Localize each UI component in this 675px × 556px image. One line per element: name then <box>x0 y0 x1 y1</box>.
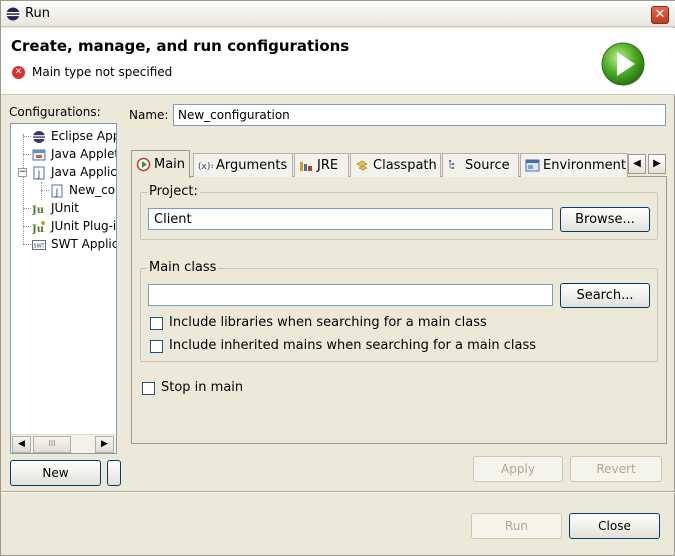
error-message: Main type not specified <box>32 65 173 79</box>
separator <box>1 491 675 493</box>
junit-plugin-icon: Ju <box>32 221 45 234</box>
svg-text:SWT: SWT <box>33 244 45 250</box>
main-class-group: Main class Search... Include libraries w… <box>140 260 658 362</box>
tab-environment[interactable]: Environment <box>520 153 628 177</box>
name-label: Name: <box>129 108 169 122</box>
tab-panel: Project: Client Browse... Main class Sea… <box>131 176 667 444</box>
tab-scroll-right-button[interactable]: ▶ <box>648 154 666 174</box>
tree-item-label: JUnit Plug-i <box>51 219 117 233</box>
tab-source[interactable]: Source <box>442 153 519 177</box>
eclipse-icon <box>6 7 20 21</box>
project-group-title: Project: <box>147 184 200 199</box>
tab-label: Source <box>465 158 510 173</box>
arguments-icon: (x)= <box>198 162 213 172</box>
tab-jre[interactable]: JRE <box>294 153 349 177</box>
swt-icon: SWT <box>32 240 46 250</box>
banner-title: Create, manage, and run configurations <box>11 37 350 55</box>
environment-icon <box>525 159 540 172</box>
tab-arguments[interactable]: (x)= Arguments <box>193 153 293 177</box>
main-tab-icon <box>136 157 151 172</box>
tab-label: Environment <box>543 158 627 173</box>
project-field[interactable]: Client <box>148 208 553 230</box>
new-button[interactable]: New <box>10 460 101 486</box>
header-banner: Create, manage, and run configurations ✕… <box>1 28 675 95</box>
tab-label: JRE <box>317 158 339 173</box>
close-button[interactable]: Close <box>569 513 660 539</box>
close-window-button[interactable]: ✕ <box>651 6 669 24</box>
include-inherited-checkbox[interactable] <box>150 340 163 353</box>
configurations-label: Configurations: <box>9 105 101 119</box>
tree-item-label: JUnit <box>51 201 79 215</box>
error-icon: ✕ <box>12 66 25 79</box>
collapse-toggle[interactable]: − <box>18 168 27 177</box>
tree-item-label: Java Applic <box>51 165 117 179</box>
svg-text:J: J <box>37 170 41 180</box>
browse-button[interactable]: Browse... <box>560 207 650 232</box>
include-libraries-label: Include libraries when searching for a m… <box>169 315 487 330</box>
tree-item-label: New_co <box>69 183 116 197</box>
junit-icon: Ju <box>32 205 44 216</box>
revert-button[interactable]: Revert <box>570 456 662 482</box>
apply-button[interactable]: Apply <box>473 456 563 482</box>
include-inherited-label: Include inherited mains when searching f… <box>169 338 537 353</box>
eclipse-icon <box>33 131 45 143</box>
name-field[interactable] <box>173 104 666 126</box>
svg-text:(x)=: (x)= <box>198 162 213 172</box>
tree-item-label: Eclipse App <box>51 129 117 143</box>
tab-main[interactable]: Main <box>131 150 190 178</box>
tree-horizontal-scrollbar[interactable]: ◀ III ▶ <box>11 434 116 453</box>
tab-label: Main <box>154 157 186 172</box>
stop-in-main-checkbox[interactable] <box>142 382 155 395</box>
stop-in-main-label: Stop in main <box>161 380 244 395</box>
source-icon <box>449 160 454 169</box>
run-play-icon <box>601 42 645 86</box>
svg-text:J: J <box>55 188 59 198</box>
tab-scroll-left-button[interactable]: ◀ <box>628 154 646 174</box>
classpath-icon <box>356 160 368 171</box>
scroll-right-button[interactable]: ▶ <box>95 436 114 453</box>
svg-text:Ju: Ju <box>32 224 44 234</box>
scroll-left-button[interactable]: ◀ <box>12 436 31 453</box>
svg-text:Ju: Ju <box>32 205 44 216</box>
java-applet-icon <box>32 149 46 161</box>
tab-classpath[interactable]: Classpath <box>350 153 441 177</box>
tab-label: Arguments <box>216 158 288 173</box>
jre-icon <box>300 162 312 171</box>
window-title: Run <box>25 6 50 21</box>
run-dialog: Run ✕ Create, manage, and run configurat… <box>0 0 675 556</box>
main-class-field[interactable] <box>148 284 553 306</box>
title-bar: Run ✕ <box>1 1 675 27</box>
main-class-group-title: Main class <box>147 260 219 275</box>
tab-label: Classpath <box>373 158 437 173</box>
java-config-icon: J <box>51 184 63 198</box>
run-button[interactable]: Run <box>471 513 562 539</box>
project-group: Project: Client Browse... <box>140 184 658 240</box>
tree-item-label: SWT Applic <box>51 237 117 251</box>
tree-item-label: Java Applet <box>51 147 117 161</box>
tab-bar: Main (x)= Arguments JRE Classpath Source <box>131 150 667 178</box>
scroll-thumb[interactable]: III <box>33 436 71 453</box>
search-button[interactable]: Search... <box>560 283 650 308</box>
java-application-icon: J <box>33 166 45 180</box>
delete-button-partial[interactable] <box>107 460 121 486</box>
include-libraries-checkbox[interactable] <box>150 317 163 330</box>
configurations-tree[interactable]: − Eclipse App Java Applet J Java Applic … <box>10 123 117 454</box>
